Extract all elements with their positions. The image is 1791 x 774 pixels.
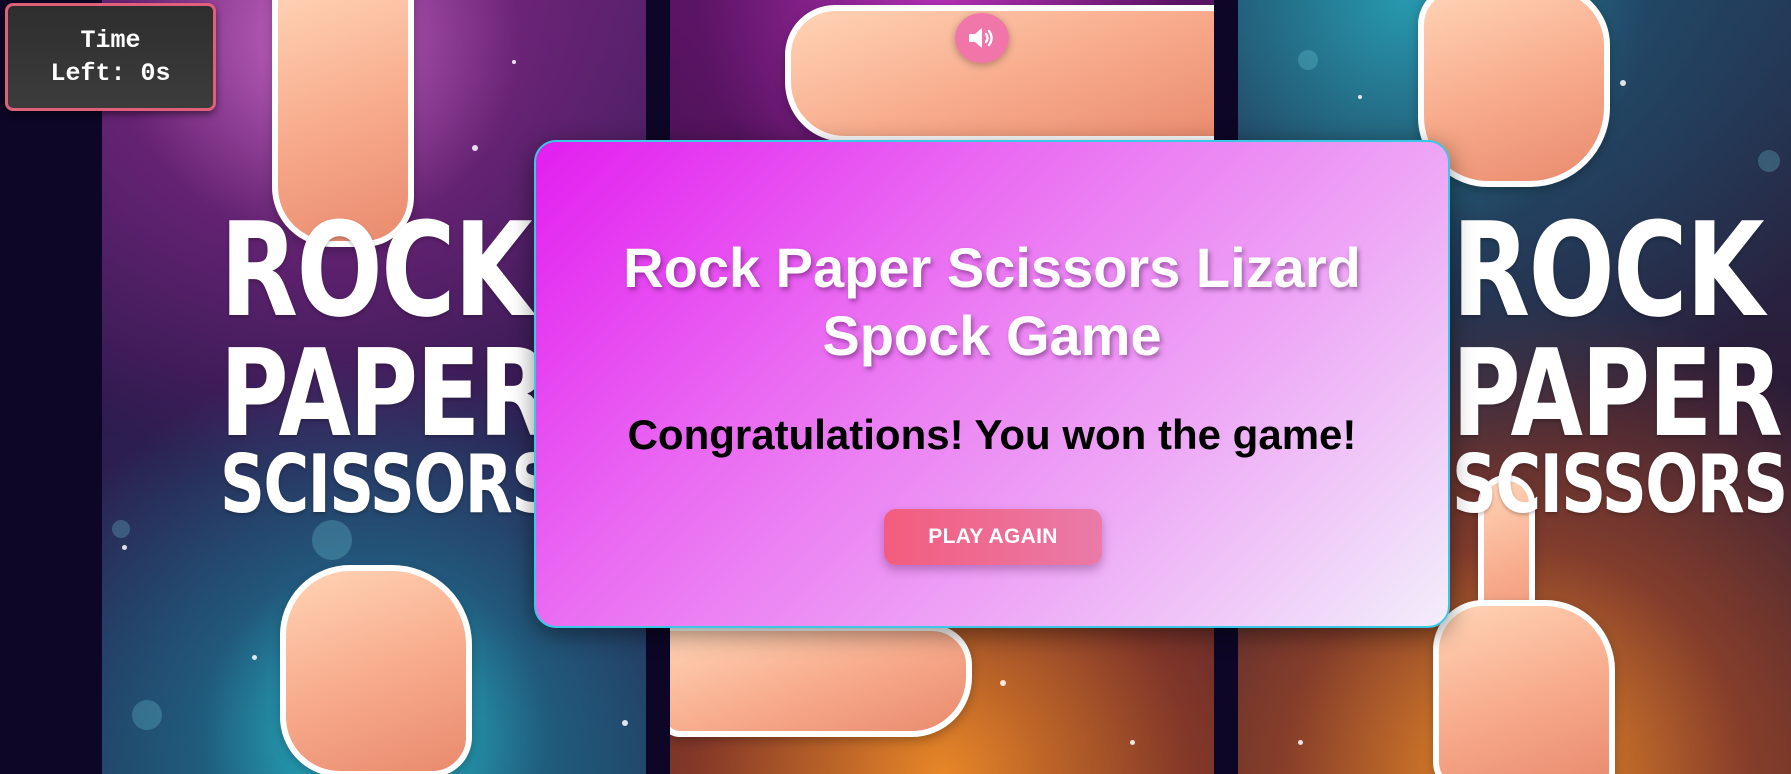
timer-label: Time [80, 26, 141, 55]
result-message: Congratulations! You won the game! [627, 411, 1357, 458]
game-title: Rock Paper Scissors Lizard Spock Game [623, 236, 1361, 367]
poster-word-scissors: SCISSORS [1452, 438, 1788, 531]
speaker-volume-icon [969, 28, 993, 48]
hand-fist-icon [280, 565, 472, 774]
timer-box: Time Left: 0s [5, 3, 216, 111]
poster-word-rock: ROCK [220, 194, 533, 346]
timer-text: Time Left: 0s [36, 24, 186, 90]
poster-word-paper: PAPER [220, 325, 551, 464]
poster-word-scissors: SCISSORS [220, 438, 556, 531]
play-again-button[interactable]: PLAY AGAIN [884, 509, 1102, 565]
sound-toggle-button[interactable] [955, 13, 1009, 63]
hand-open-icon [670, 625, 972, 737]
game-over-modal: Rock Paper Scissors Lizard Spock Game Co… [534, 140, 1450, 628]
poster-word-paper: PAPER [1452, 325, 1783, 464]
hand-palm-icon [1433, 600, 1615, 774]
timer-value: Left: 0s [50, 59, 171, 88]
poster-word-rock: ROCK [1452, 194, 1765, 346]
